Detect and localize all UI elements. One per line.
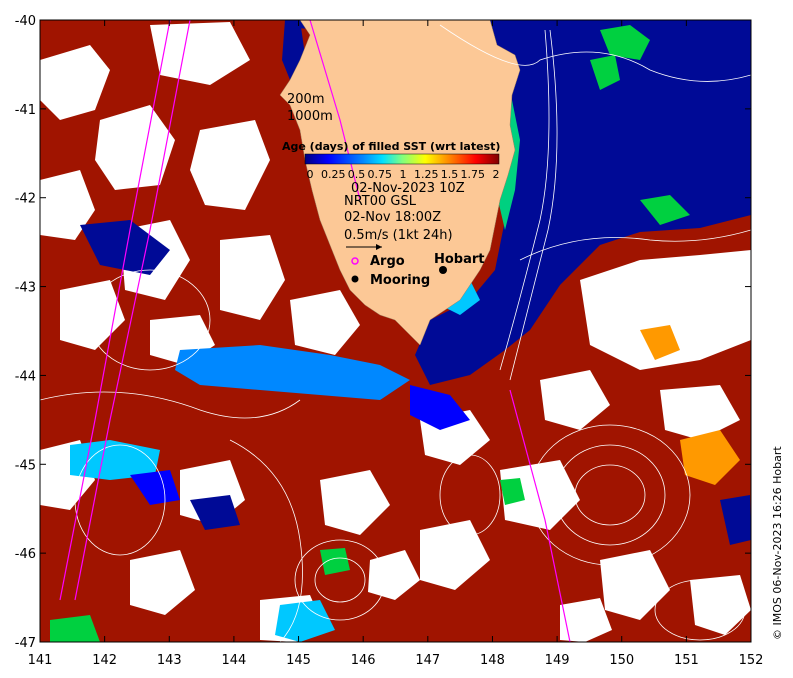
credit-text: © IMOS 06-Nov-2023 16:26 Hobart [771,446,784,640]
x-tick-label: 145 [286,653,311,668]
y-tick-label: -41 [15,103,36,118]
x-tick-label: 152 [739,653,764,668]
y-tick-label: -43 [15,281,36,296]
y-tick-label: -47 [15,636,36,651]
bathy-label-200m: 200m [287,92,324,107]
colorbar-tick-label: 0 [307,168,314,181]
bathy-label-1000m: 1000m [287,109,333,124]
x-tick-label: 148 [480,653,505,668]
x-tick-label: 141 [28,653,53,668]
currents-source: NRT00 GSL [344,194,417,209]
x-tick-label: 147 [415,653,440,668]
y-tick-label: -46 [15,547,36,562]
x-tick-label: 151 [674,653,699,668]
colorbar-tick-label: 2 [493,168,500,181]
colorbar-tick-label: 1.5 [441,168,459,181]
hobart-marker-icon [439,266,447,274]
argo-label: Argo [370,254,405,269]
x-tick-label: 150 [609,653,634,668]
y-tick-label: -45 [15,458,36,473]
colorbar-ticks: 0 0.25 0.5 0.75 1 1.25 1.5 1.75 2 [307,168,500,181]
colorbar-tick-label: 1.75 [461,168,486,181]
x-tick-label: 146 [351,653,376,668]
colorbar-tick-label: 0.5 [348,168,366,181]
hobart-label: Hobart [434,252,485,267]
y-tick-label: -42 [15,192,36,207]
colorbar-tick-label: 0.75 [368,168,393,181]
y-tick-label: -40 [15,14,36,29]
colorbar-tick-label: 0.25 [321,168,346,181]
x-tick-label: 149 [545,653,570,668]
x-tick-label: 144 [221,653,246,668]
map-plot-area [40,20,751,642]
y-tick-label: -44 [15,369,36,384]
colorbar-title: Age (days) of filled SST (wrt latest) [282,140,500,153]
mooring-label: Mooring [370,273,430,288]
mooring-marker-icon [351,275,359,283]
colorbar-tick-label: 1.25 [414,168,439,181]
colorbar-tick-label: 1 [400,168,407,181]
x-tick-label: 142 [92,653,117,668]
scale-label: 0.5m/s (1kt 24h) [344,228,453,243]
sst-age-map: 141 142 143 144 145 146 147 148 149 150 151 152 -40… [15,14,784,668]
x-tick-label: 143 [157,653,182,668]
colorbar-bar [304,153,500,165]
currents-time: 02-Nov 18:00Z [344,210,441,225]
